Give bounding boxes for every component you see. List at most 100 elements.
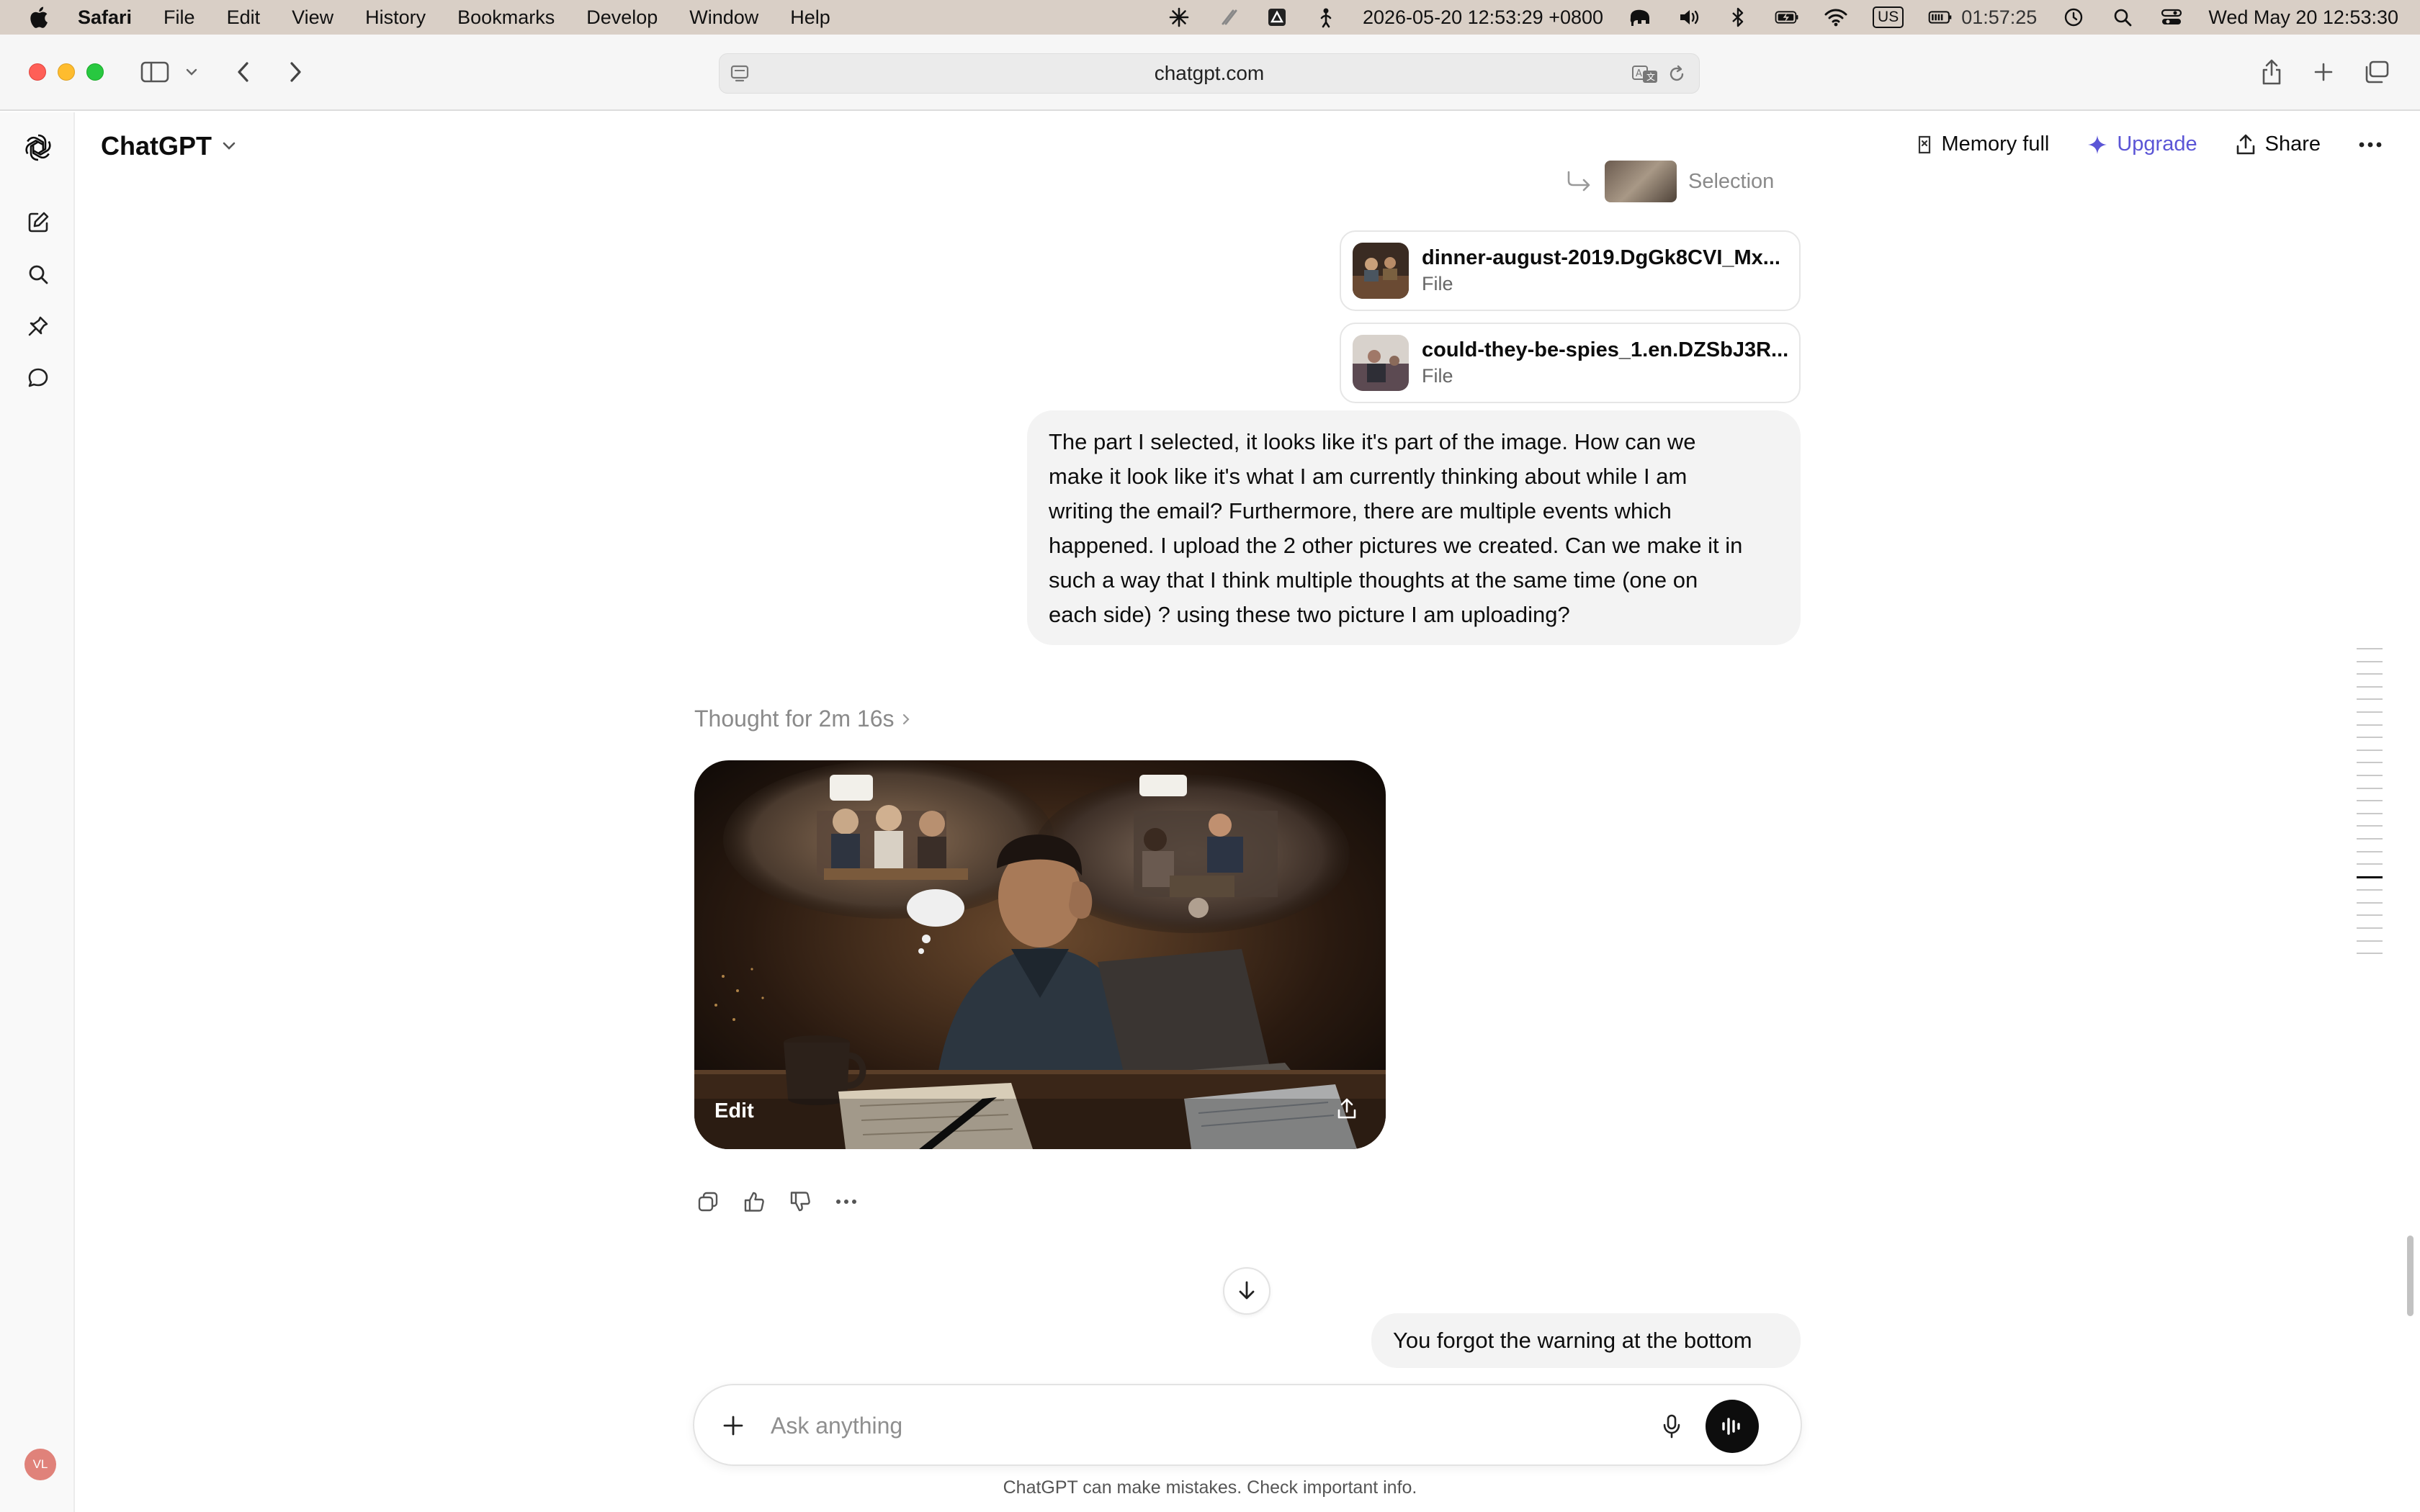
stylus-status-icon[interactable] [1216, 6, 1240, 28]
minimap-tick[interactable] [2357, 953, 2383, 955]
minimap-tick[interactable] [2357, 863, 2383, 865]
window-close-button[interactable] [29, 63, 46, 81]
translate-icon[interactable]: A文 [1631, 64, 1659, 84]
thought-toggle[interactable]: Thought for 2m 16s [694, 706, 911, 732]
minimap-tick[interactable] [2357, 889, 2383, 891]
generated-image[interactable]: Edit [694, 760, 1386, 1149]
tab-group-dropdown[interactable] [183, 65, 200, 79]
model-selector[interactable]: ChatGPT [101, 131, 238, 161]
menu-history[interactable]: History [365, 6, 426, 29]
battery-level-icon[interactable] [1928, 6, 1953, 28]
figure-status-icon[interactable] [1314, 6, 1338, 28]
chevron-left-icon [238, 62, 248, 82]
user-message: The part I selected, it looks like it's … [1027, 410, 1801, 645]
control-center-icon[interactable] [2159, 6, 2184, 28]
minimap-tick[interactable] [2357, 927, 2383, 930]
selection-reference[interactable]: Selection [1564, 160, 1774, 203]
minimap-tick[interactable] [2357, 940, 2383, 942]
scroll-to-bottom-button[interactable] [1223, 1267, 1270, 1315]
page-scrollbar-thumb[interactable] [2407, 1236, 2414, 1316]
more-options-button[interactable] [2358, 141, 2383, 148]
time-machine-icon[interactable] [2061, 6, 2086, 28]
attachment-card[interactable]: dinner-august-2019.DgGk8CVI_Mx... File [1340, 230, 1801, 311]
minimap-tick[interactable] [2357, 850, 2383, 852]
image-edit-button[interactable]: Edit [714, 1099, 754, 1123]
window-zoom-button[interactable] [86, 63, 104, 81]
minimap-tick[interactable] [2357, 774, 2383, 776]
wifi-icon[interactable] [1824, 6, 1848, 28]
bluetooth-icon[interactable] [1726, 6, 1750, 28]
menu-help[interactable]: Help [790, 6, 830, 29]
new-chat-button[interactable] [23, 207, 53, 238]
battery-charging-icon[interactable] [1775, 6, 1799, 28]
menu-develop[interactable]: Develop [586, 6, 658, 29]
attachment-type: File [1422, 365, 1453, 387]
user-avatar[interactable]: VL [24, 1449, 56, 1480]
search-chats-button[interactable] [23, 259, 53, 289]
menu-app-name[interactable]: Safari [78, 6, 132, 29]
elephant-status-icon[interactable] [1628, 6, 1652, 28]
openai-logo-button[interactable] [22, 131, 55, 164]
prompt-input[interactable] [771, 1408, 1635, 1443]
battery-time-remaining: 01:57:25 [1961, 6, 2038, 28]
attachment-card[interactable]: could-they-be-spies_1.en.DZSbJ3R... File [1340, 323, 1801, 403]
minimap-tick[interactable] [2357, 901, 2383, 904]
minimap-tick[interactable] [2357, 698, 2383, 701]
minimap-tick[interactable] [2357, 762, 2383, 764]
chats-button[interactable] [23, 363, 53, 393]
apple-logo-icon[interactable] [27, 5, 49, 30]
minimap-tick[interactable] [2357, 837, 2383, 840]
dictate-button[interactable] [1654, 1408, 1690, 1444]
minimap-tick[interactable] [2357, 914, 2383, 917]
menu-file[interactable]: File [163, 6, 195, 29]
more-actions-button[interactable] [831, 1187, 861, 1217]
window-minimize-button[interactable] [58, 63, 75, 81]
minimap-tick[interactable] [2357, 737, 2383, 739]
menu-view[interactable]: View [292, 6, 333, 29]
minimap-tick[interactable] [2357, 648, 2383, 649]
new-tab-button[interactable] [2309, 58, 2338, 86]
drive-status-icon[interactable] [1265, 6, 1289, 28]
volume-icon[interactable] [1677, 6, 1701, 28]
minimap-tick[interactable] [2357, 825, 2383, 827]
spotlight-search-icon[interactable] [2110, 6, 2135, 28]
minimap-tick[interactable] [2357, 673, 2383, 675]
thumbs-down-button[interactable] [785, 1187, 815, 1217]
minimap-tick[interactable] [2357, 724, 2383, 726]
minimap-tick[interactable] [2357, 800, 2383, 802]
tab-overview-button[interactable] [2362, 58, 2391, 86]
keyboard-layout-badge[interactable]: US [1873, 6, 1904, 28]
forward-button[interactable] [281, 58, 310, 86]
minimap-tick[interactable] [2357, 660, 2383, 662]
page-settings-icon[interactable] [730, 64, 750, 83]
share-chat-button[interactable]: Share [2235, 132, 2321, 156]
minimap-tick[interactable] [2357, 812, 2383, 814]
chevron-down-icon [223, 142, 236, 150]
menu-edit[interactable]: Edit [227, 6, 261, 29]
sparkle-status-icon[interactable] [1167, 6, 1191, 28]
plus-icon [2314, 63, 2333, 81]
minimap-tick[interactable] [2357, 711, 2383, 713]
minimap-tick[interactable] [2357, 749, 2383, 751]
address-bar[interactable]: chatgpt.com A文 [719, 53, 1700, 94]
copy-button[interactable] [693, 1187, 723, 1217]
thumbs-up-button[interactable] [739, 1187, 769, 1217]
memory-full-button[interactable]: Memory full [1916, 132, 2049, 156]
minimap-tick[interactable] [2357, 685, 2383, 688]
back-button[interactable] [229, 58, 258, 86]
minimap-tick[interactable] [2357, 787, 2383, 789]
share-page-button[interactable] [2257, 56, 2286, 88]
attach-button[interactable] [714, 1407, 752, 1444]
menubar-clock[interactable]: Wed May 20 12:53:30 [2208, 6, 2398, 29]
pinned-button[interactable] [23, 311, 53, 341]
conversation-minimap[interactable] [2357, 648, 2385, 966]
image-share-button[interactable] [1331, 1093, 1363, 1125]
menu-bookmarks[interactable]: Bookmarks [457, 6, 555, 29]
minimap-tick-active[interactable] [2357, 876, 2383, 878]
menu-window[interactable]: Window [689, 6, 758, 29]
upgrade-button[interactable]: Upgrade [2087, 132, 2197, 156]
reload-icon[interactable] [1667, 65, 1686, 84]
sidebar-toggle-button[interactable] [140, 59, 170, 85]
voice-mode-button[interactable] [1706, 1400, 1759, 1453]
openai-logo-icon [25, 134, 51, 161]
